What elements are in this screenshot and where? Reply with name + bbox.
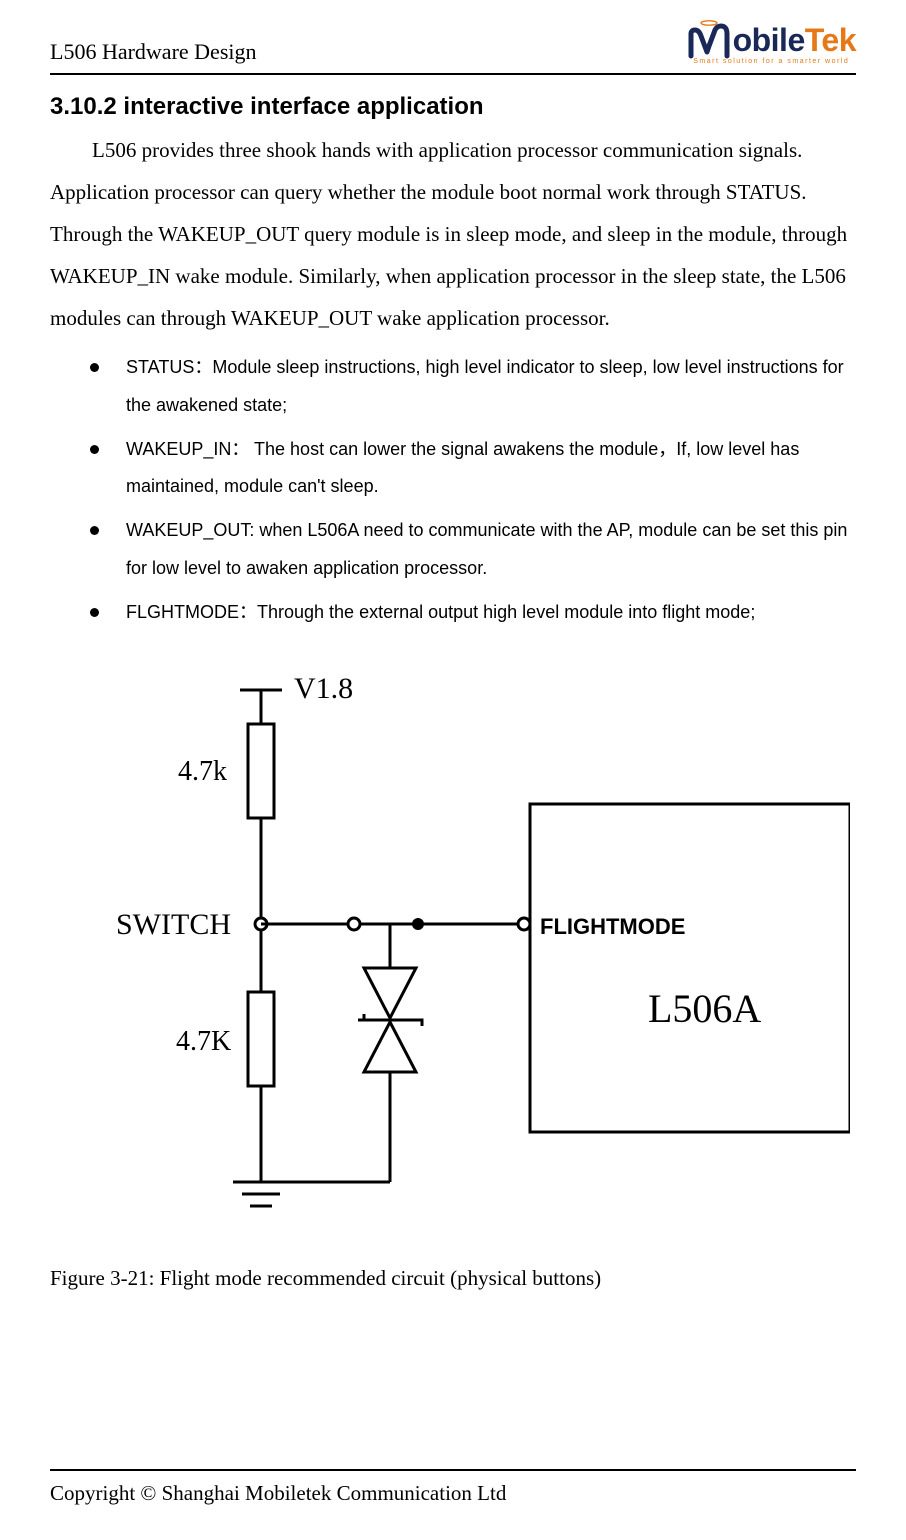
logo-text-orange: Tek: [805, 22, 856, 58]
circuit-figure: V1.8 4.7k SWITCH 4.7K: [50, 662, 856, 1291]
list-item: STATUS：Module sleep instructions, high l…: [90, 349, 856, 425]
section-heading: 3.10.2 interactive interface application: [50, 93, 856, 121]
resistor-bottom-label: 4.7K: [176, 1026, 231, 1057]
figure-caption: Figure 3-21: Flight mode recommended cir…: [50, 1266, 856, 1291]
logo-m-icon: [687, 20, 731, 60]
page-footer: Copyright © Shanghai Mobiletek Communica…: [50, 1469, 856, 1506]
section-number: 3.10.2: [50, 93, 117, 120]
brand-logo: obileTek Smart solution for a smarter wo…: [687, 20, 856, 65]
list-item: WAKEUP_IN： The host can lower the signal…: [90, 431, 856, 507]
page-header: L506 Hardware Design obileTek Smart solu…: [50, 0, 856, 75]
module-label: L506A: [648, 986, 761, 1031]
circuit-diagram-icon: V1.8 4.7k SWITCH 4.7K: [50, 662, 850, 1262]
doc-title: L506 Hardware Design: [50, 39, 257, 65]
list-item: FLGHTMODE：Through the external output hi…: [90, 594, 856, 632]
section-title: interactive interface application: [123, 93, 483, 120]
voltage-label: V1.8: [294, 672, 353, 705]
list-item: WAKEUP_OUT: when L506A need to communica…: [90, 512, 856, 588]
logo-text-navy: obile: [733, 22, 805, 58]
switch-label: SWITCH: [116, 908, 231, 941]
pin-label: FLIGHTMODE: [540, 914, 685, 939]
bullet-list: STATUS：Module sleep instructions, high l…: [50, 349, 856, 632]
copyright-text: Copyright © Shanghai Mobiletek Communica…: [50, 1481, 506, 1505]
intro-paragraph: L506 provides three shook hands with app…: [50, 129, 856, 339]
resistor-top-label: 4.7k: [178, 756, 227, 787]
